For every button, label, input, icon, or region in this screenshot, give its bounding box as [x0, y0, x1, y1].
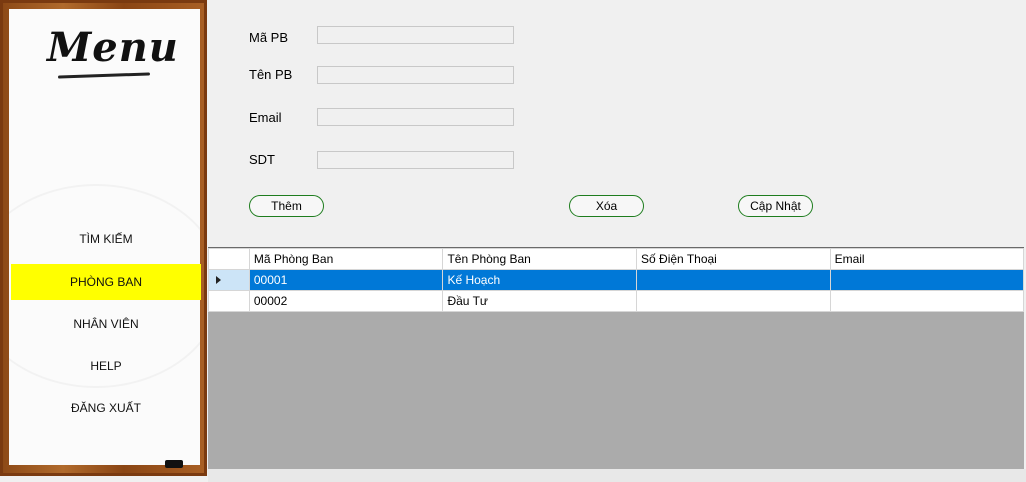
cell-so-dien-thoai[interactable]	[636, 269, 831, 291]
department-grid[interactable]: Mã Phòng Ban Tên Phòng Ban Số Điện Thoại…	[208, 247, 1025, 470]
sidebar-item-label: ĐĂNG XUẤT	[70, 401, 141, 415]
delete-button[interactable]: Xóa	[569, 195, 644, 217]
cell-so-dien-thoai[interactable]	[636, 290, 831, 312]
ma-pb-field[interactable]	[317, 26, 514, 44]
column-header-so-dien-thoai[interactable]: Số Điện Thoại	[636, 248, 831, 270]
ten-pb-label: Tên PB	[249, 67, 293, 82]
table-header-row: Mã Phòng Ban Tên Phòng Ban Số Điện Thoại…	[208, 248, 1025, 270]
email-field[interactable]	[317, 108, 514, 126]
sidebar-item-label: HELP	[90, 359, 122, 373]
table-row[interactable]: 00001 Kế Hoạch	[208, 269, 1025, 291]
column-header-email[interactable]: Email	[829, 248, 1025, 270]
column-header-ten-phong-ban[interactable]: Tên Phòng Ban	[442, 248, 638, 270]
sidebar-item-label: TÌM KIẾM	[79, 232, 133, 246]
sidebar-item-label: NHÂN VIÊN	[73, 317, 139, 331]
cell-email[interactable]	[829, 269, 1025, 291]
sidebar: Menu TÌM KIẾM PHÒNG BAN NHÂN VIÊN HELP Đ…	[0, 0, 207, 476]
cell-ten-phong-ban[interactable]: Đầu Tư	[442, 290, 638, 312]
cell-ten-phong-ban[interactable]: Kế Hoạch	[442, 269, 638, 291]
sidebar-item-nhan-vien[interactable]: NHÂN VIÊN	[11, 306, 201, 342]
sidebar-item-dang-xuat[interactable]: ĐĂNG XUẤT	[11, 390, 201, 426]
table-row[interactable]: 00002 Đầu Tư	[208, 290, 1025, 312]
sdt-field[interactable]	[317, 151, 514, 169]
sidebar-item-tim-kiem[interactable]: TÌM KIẾM	[11, 221, 201, 257]
sdt-label: SDT	[249, 152, 275, 167]
window-bottom-edge	[208, 469, 1026, 482]
board-marker	[165, 460, 183, 468]
cell-ma-phong-ban[interactable]: 00002	[248, 290, 444, 312]
add-button[interactable]: Thêm	[249, 195, 324, 217]
sidebar-item-phong-ban[interactable]: PHÒNG BAN	[11, 264, 201, 300]
sidebar-item-label: PHÒNG BAN	[69, 275, 142, 289]
update-button[interactable]: Cập Nhật	[738, 195, 813, 217]
department-table: Mã Phòng Ban Tên Phòng Ban Số Điện Thoại…	[208, 248, 1025, 312]
ten-pb-field[interactable]	[317, 66, 514, 84]
row-selector-icon	[216, 276, 221, 284]
column-header-ma-phong-ban[interactable]: Mã Phòng Ban	[248, 248, 444, 270]
email-label: Email	[249, 110, 282, 125]
row-header-corner	[208, 248, 250, 270]
menu-logo: Menu	[47, 24, 179, 71]
cell-ma-phong-ban[interactable]: 00001	[248, 269, 444, 291]
row-header[interactable]	[208, 269, 250, 291]
row-header[interactable]	[208, 290, 250, 312]
cell-email[interactable]	[829, 290, 1025, 312]
sidebar-item-help[interactable]: HELP	[11, 348, 201, 384]
ma-pb-label: Mã PB	[249, 30, 289, 45]
